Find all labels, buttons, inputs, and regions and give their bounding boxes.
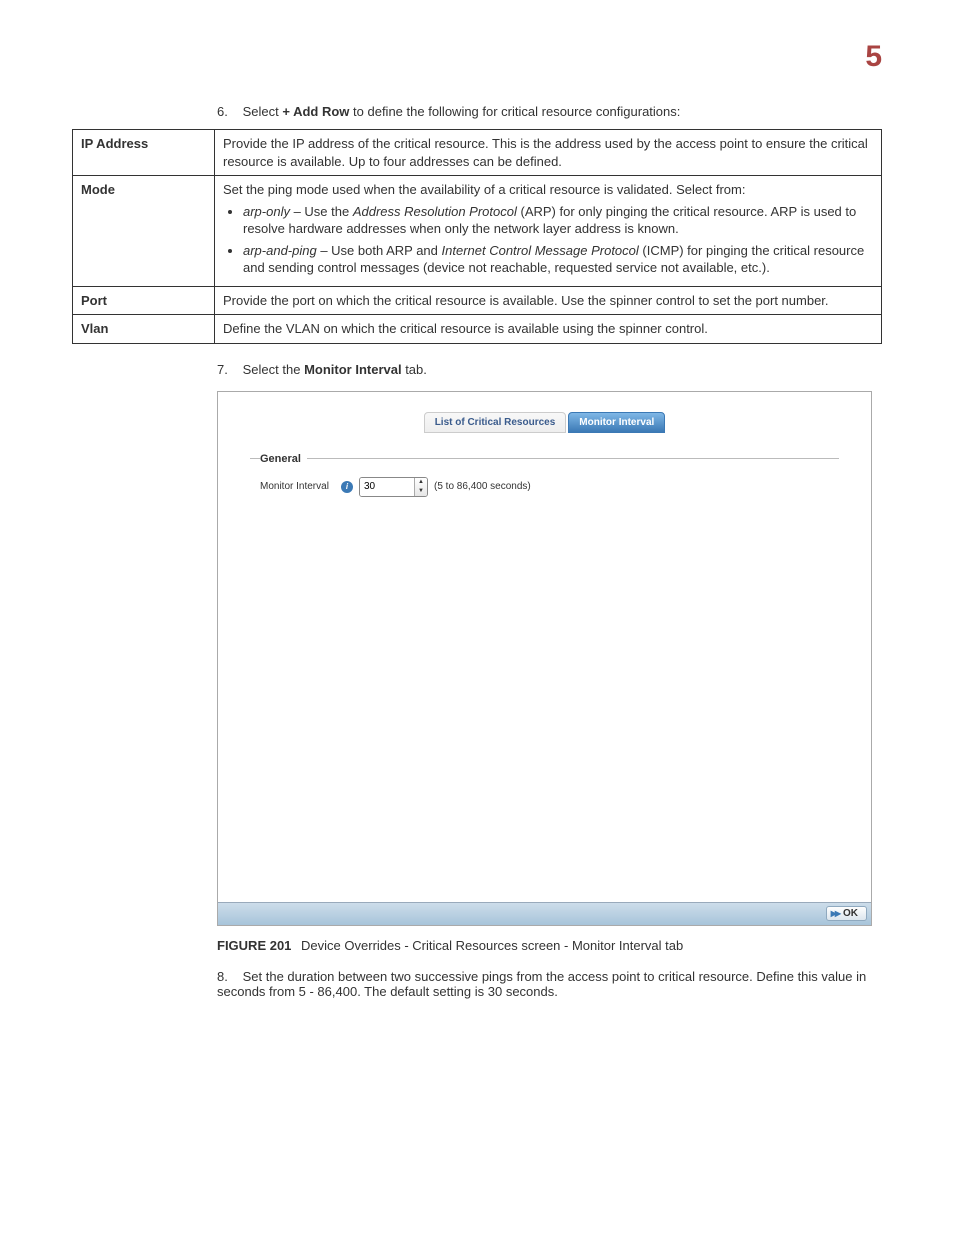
step-7: 7. Select the Monitor Interval tab. [217, 362, 882, 377]
step-text-bold: + Add Row [282, 104, 349, 119]
mode-term: arp-only [243, 204, 290, 219]
step-text-pre: Select the [243, 362, 304, 377]
panel-footer: ▶▶ OK [218, 902, 871, 925]
step-text-pre: Select [243, 104, 283, 119]
step-text: Set the duration between two successive … [217, 969, 866, 999]
monitor-interval-input[interactable] [360, 478, 414, 496]
row-label: Mode [73, 176, 215, 287]
mode-intro: Set the ping mode used when the availabi… [223, 182, 745, 197]
step-text-post: to define the following for critical res… [349, 104, 680, 119]
row-label: Vlan [73, 315, 215, 344]
step-number: 7. [217, 362, 239, 377]
chapter-number: 5 [72, 40, 882, 74]
mode-term: arp-and-ping [243, 243, 317, 258]
step-text-bold: Monitor Interval [304, 362, 402, 377]
general-fieldset: General Monitor Interval i ▲ ▼ (5 to 86,… [250, 453, 839, 497]
tab-monitor-interval[interactable]: Monitor Interval [568, 412, 665, 433]
figure-label: FIGURE 201 [217, 938, 291, 953]
tab-list-critical-resources[interactable]: List of Critical Resources [424, 412, 567, 433]
tab-bar: List of Critical ResourcesMonitor Interv… [250, 412, 839, 433]
play-icon: ▶▶ [831, 909, 839, 918]
screenshot-panel: List of Critical ResourcesMonitor Interv… [217, 391, 872, 926]
step-6: 6. Select + Add Row to define the follow… [217, 104, 882, 119]
info-icon[interactable]: i [341, 481, 353, 493]
row-desc: Define the VLAN on which the critical re… [215, 315, 882, 344]
table-row: Mode Set the ping mode used when the ava… [73, 176, 882, 287]
figure-text: Device Overrides - Critical Resources sc… [301, 938, 683, 953]
spinner-up-icon[interactable]: ▲ [415, 478, 427, 487]
mode-em: Address Resolution Protocol [353, 204, 517, 219]
monitor-interval-spinner[interactable]: ▲ ▼ [359, 477, 428, 497]
table-row: Port Provide the port on which the criti… [73, 286, 882, 315]
step-number: 8. [217, 969, 239, 984]
mode-option: arp-and-ping – Use both ARP and Internet… [243, 242, 873, 277]
table-row: Vlan Define the VLAN on which the critic… [73, 315, 882, 344]
figure-caption: FIGURE 201 Device Overrides - Critical R… [217, 938, 882, 953]
fieldset-legend: General [260, 453, 307, 465]
step-8: 8. Set the duration between two successi… [217, 969, 882, 999]
ok-button[interactable]: ▶▶ OK [826, 906, 867, 921]
row-label: IP Address [73, 130, 215, 176]
monitor-interval-label: Monitor Interval [260, 481, 335, 492]
row-label: Port [73, 286, 215, 315]
step-text-post: tab. [402, 362, 427, 377]
monitor-interval-hint: (5 to 86,400 seconds) [434, 481, 531, 492]
row-desc: Set the ping mode used when the availabi… [215, 176, 882, 287]
mode-option: arp-only – Use the Address Resolution Pr… [243, 203, 873, 238]
ok-label: OK [843, 908, 858, 919]
step-number: 6. [217, 104, 239, 119]
row-desc: Provide the port on which the critical r… [215, 286, 882, 315]
spinner-down-icon[interactable]: ▼ [415, 487, 427, 496]
table-row: IP Address Provide the IP address of the… [73, 130, 882, 176]
mode-em: Internet Control Message Protocol [442, 243, 639, 258]
definition-table: IP Address Provide the IP address of the… [72, 129, 882, 344]
row-desc: Provide the IP address of the critical r… [215, 130, 882, 176]
